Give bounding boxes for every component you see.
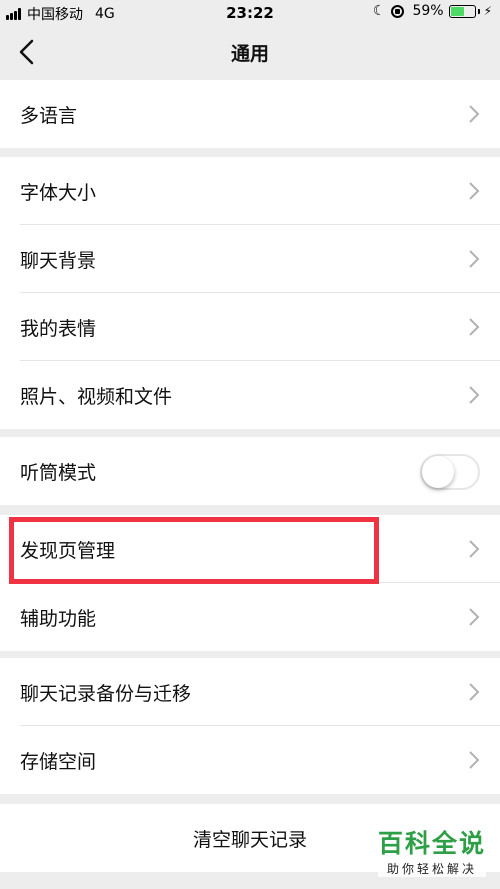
battery-icon (448, 4, 476, 18)
chevron-right-icon (468, 750, 480, 770)
row-accessibility-label: 辅助功能 (20, 607, 97, 630)
charging-icon: ⚡ (483, 4, 492, 18)
orientation-lock-icon (391, 4, 405, 18)
watermark: 百科全说 助你轻松解决 (377, 824, 486, 877)
row-chat-background-label: 聊天背景 (20, 249, 97, 272)
group-storage: 聊天记录备份与迁移 存储空间 (0, 658, 500, 794)
row-media-files-label: 照片、视频和文件 (20, 385, 173, 408)
row-font-size[interactable]: 字体大小 (0, 157, 500, 225)
row-chat-background[interactable]: 聊天背景 (0, 225, 500, 293)
chevron-right-icon (468, 385, 480, 405)
row-earpiece-mode: 听筒模式 (0, 437, 500, 505)
row-storage-space[interactable]: 存储空间 (0, 726, 500, 794)
row-earpiece-mode-label: 听筒模式 (20, 461, 97, 484)
row-discover-management[interactable]: 发现页管理 (0, 515, 500, 583)
status-bar: 中国移动 4G 23:22 ☾ 59% ⚡ (0, 0, 500, 26)
row-accessibility[interactable]: 辅助功能 (0, 583, 500, 651)
page-title: 通用 (230, 43, 269, 65)
chevron-right-icon (468, 607, 480, 627)
nav-bar: 通用 (0, 26, 500, 78)
chevron-right-icon (468, 181, 480, 201)
row-language[interactable]: 多语言 (0, 80, 500, 148)
row-media-files[interactable]: 照片、视频和文件 (0, 361, 500, 429)
status-right: ☾ 59% ⚡ (373, 3, 492, 19)
watermark-title: 百科全说 (377, 829, 486, 858)
chevron-right-icon (468, 682, 480, 702)
toggle-knob (422, 456, 454, 488)
row-storage-space-label: 存储空间 (20, 750, 97, 773)
battery-tip (477, 8, 480, 14)
clear-chat-history-label: 清空聊天记录 (192, 828, 307, 851)
row-discover-management-label: 发现页管理 (20, 539, 116, 562)
do-not-disturb-icon: ☾ (372, 3, 386, 19)
row-language-label: 多语言 (20, 104, 78, 127)
chevron-right-icon (468, 104, 480, 124)
earpiece-mode-toggle[interactable] (420, 454, 480, 490)
chevron-right-icon (468, 539, 480, 559)
row-chat-backup-label: 聊天记录备份与迁移 (20, 682, 192, 705)
group-features: 发现页管理 辅助功能 (0, 515, 500, 651)
group-display: 字体大小 聊天背景 我的表情 照片、视频和文件 (0, 157, 500, 429)
chevron-right-icon (468, 249, 480, 269)
row-chat-backup[interactable]: 聊天记录备份与迁移 (0, 658, 500, 726)
group-earpiece: 听筒模式 (0, 437, 500, 505)
battery-percent: 59% (412, 3, 444, 19)
chevron-right-icon (468, 317, 480, 337)
row-font-size-label: 字体大小 (20, 181, 97, 204)
row-my-stickers[interactable]: 我的表情 (0, 293, 500, 361)
watermark-subtitle: 助你轻松解决 (377, 860, 486, 877)
group-language: 多语言 (0, 80, 500, 148)
row-my-stickers-label: 我的表情 (20, 317, 97, 340)
